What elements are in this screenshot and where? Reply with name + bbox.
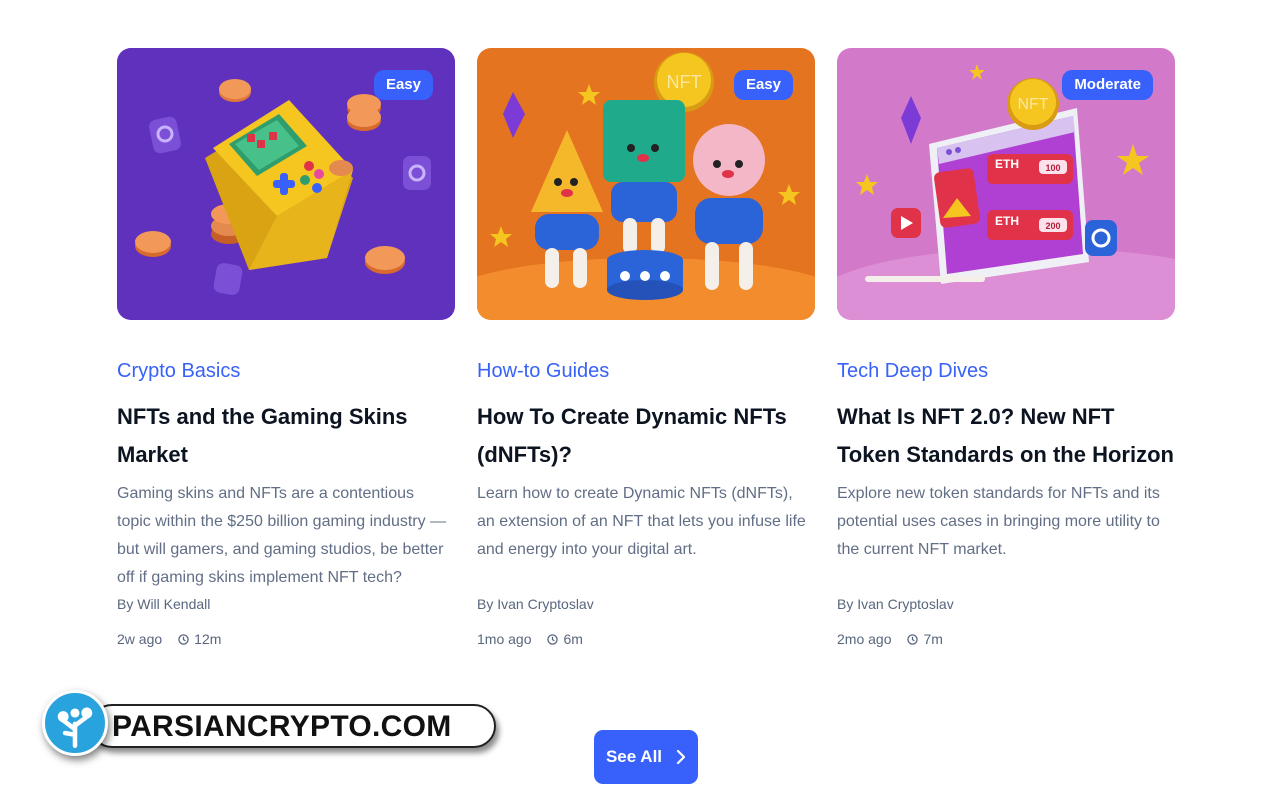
article-card: Easy Crypto Basics NFTs and the Gaming S… <box>117 48 455 647</box>
article-meta: 2w ago 12m <box>117 631 455 647</box>
chevron-right-icon <box>676 749 686 765</box>
article-thumbnail[interactable]: NFT Easy <box>477 48 815 320</box>
difficulty-badge: Moderate <box>1062 70 1153 100</box>
nft-row-label: ETH <box>995 157 1019 171</box>
article-description: Gaming skins and NFTs are a contentious … <box>117 485 447 586</box>
article-author: By Will Kendall <box>117 596 211 612</box>
article-age: 2mo ago <box>837 631 892 647</box>
category-link[interactable]: Crypto Basics <box>117 360 455 386</box>
nft-row-label: ETH <box>995 214 1019 228</box>
article-thumbnail[interactable]: Easy <box>117 48 455 320</box>
nft-coin-label: NFT <box>1017 96 1048 113</box>
article-read-time: 12m <box>194 631 222 647</box>
article-description: Learn how to create Dynamic NFTs (dNFTs)… <box>477 485 806 558</box>
article-card: NFT Easy How-to Guides How To Create Dyn… <box>477 48 815 647</box>
clock-icon <box>907 633 919 645</box>
article-read-time: 7m <box>923 631 943 647</box>
article-cards: Easy Crypto Basics NFTs and the Gaming S… <box>117 48 1175 668</box>
nft-row-value: 100 <box>1045 163 1060 173</box>
see-all-label: See All <box>605 747 663 766</box>
category-link[interactable]: Tech Deep Dives <box>837 360 1175 386</box>
nft-coin-label: NFT <box>667 72 702 92</box>
difficulty-badge: Easy <box>733 70 793 100</box>
article-description: Explore new token standards for NFTs and… <box>837 485 1160 558</box>
article-meta: 2mo ago 7m <box>837 631 1175 647</box>
article-card: ETH 100 ETH 200 NFT Moderate Tech Deep D… <box>837 48 1175 647</box>
article-title[interactable]: How To Create Dynamic NFTs (dNFTs)? <box>477 398 815 474</box>
article-read-time: 6m <box>563 631 583 647</box>
nft-row-value: 200 <box>1045 221 1060 231</box>
article-meta: 1mo ago 6m <box>477 631 815 647</box>
article-title[interactable]: What Is NFT 2.0? New NFT Token Standards… <box>837 398 1175 474</box>
article-age: 2w ago <box>117 631 163 647</box>
article-title[interactable]: NFTs and the Gaming Skins Market <box>117 398 455 474</box>
site-watermark: PARSIANCRYPTO.COM <box>42 690 496 766</box>
difficulty-badge: Easy <box>373 70 433 100</box>
category-link[interactable]: How-to Guides <box>477 360 815 386</box>
see-all-button[interactable]: See All <box>594 730 698 784</box>
parsiancrypto-logo-icon <box>42 690 108 756</box>
watermark-text: PARSIANCRYPTO.COM <box>112 710 452 743</box>
article-age: 1mo ago <box>477 631 532 647</box>
clock-icon <box>178 633 189 645</box>
clock-icon <box>547 633 559 645</box>
article-thumbnail[interactable]: ETH 100 ETH 200 NFT Moderate <box>837 48 1175 320</box>
article-author: By Ivan Cryptoslav <box>477 596 594 612</box>
article-author: By Ivan Cryptoslav <box>837 596 954 612</box>
